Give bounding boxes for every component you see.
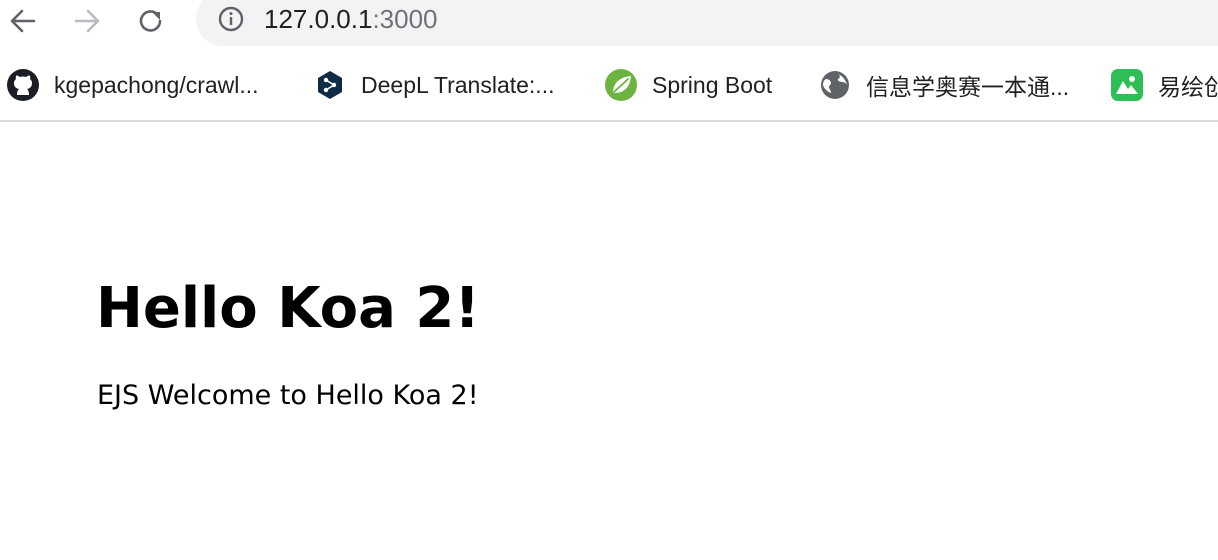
reload-icon — [139, 10, 162, 32]
bookmark-item-xinxixue[interactable]: 信息学奥赛一本通... — [818, 62, 1069, 108]
browser-chrome: 127.0.0.1:3000 kgepachong/crawl... DeepL… — [0, 0, 1218, 122]
browser-toolbar: 127.0.0.1:3000 — [0, 0, 1218, 50]
bookmark-item-deepl[interactable]: DeepL Translate:... — [313, 62, 554, 108]
url-host: 127.0.0.1 — [264, 4, 373, 34]
page-heading: Hello Koa 2! — [96, 276, 480, 341]
bookmark-label: 易绘创 — [1158, 74, 1218, 100]
url-port: :3000 — [372, 4, 438, 34]
bookmark-label: kgepachong/crawl... — [54, 71, 259, 98]
deepl-icon — [313, 68, 347, 102]
yihuichuang-icon — [1110, 68, 1144, 102]
back-button[interactable] — [6, 4, 40, 38]
reload-button[interactable] — [134, 4, 168, 38]
globe-icon — [818, 68, 852, 102]
arrow-right-icon — [74, 9, 100, 33]
bookmarks-bar: kgepachong/crawl... DeepL Translate:... — [0, 62, 1218, 108]
bookmark-label: Spring Boot — [652, 71, 773, 98]
spring-icon — [604, 68, 638, 102]
bookmark-label: 信息学奥赛一本通... — [866, 74, 1070, 100]
bookmark-item-github[interactable]: kgepachong/crawl... — [6, 62, 259, 108]
url-text[interactable]: 127.0.0.1:3000 — [264, 4, 438, 34]
bookmark-item-yihuichuang[interactable]: 易绘创 — [1110, 62, 1218, 108]
github-icon — [6, 68, 40, 102]
arrow-left-icon — [10, 9, 36, 33]
page-content: Hello Koa 2! EJS Welcome to Hello Koa 2! — [0, 122, 1218, 560]
forward-button[interactable] — [70, 4, 104, 38]
info-circle-icon[interactable] — [218, 6, 244, 32]
address-bar[interactable]: 127.0.0.1:3000 — [196, 0, 1218, 46]
welcome-text: EJS Welcome to Hello Koa 2! — [97, 380, 479, 411]
bookmark-item-spring-boot[interactable]: Spring Boot — [604, 62, 772, 108]
bookmark-label: DeepL Translate:... — [361, 71, 555, 98]
